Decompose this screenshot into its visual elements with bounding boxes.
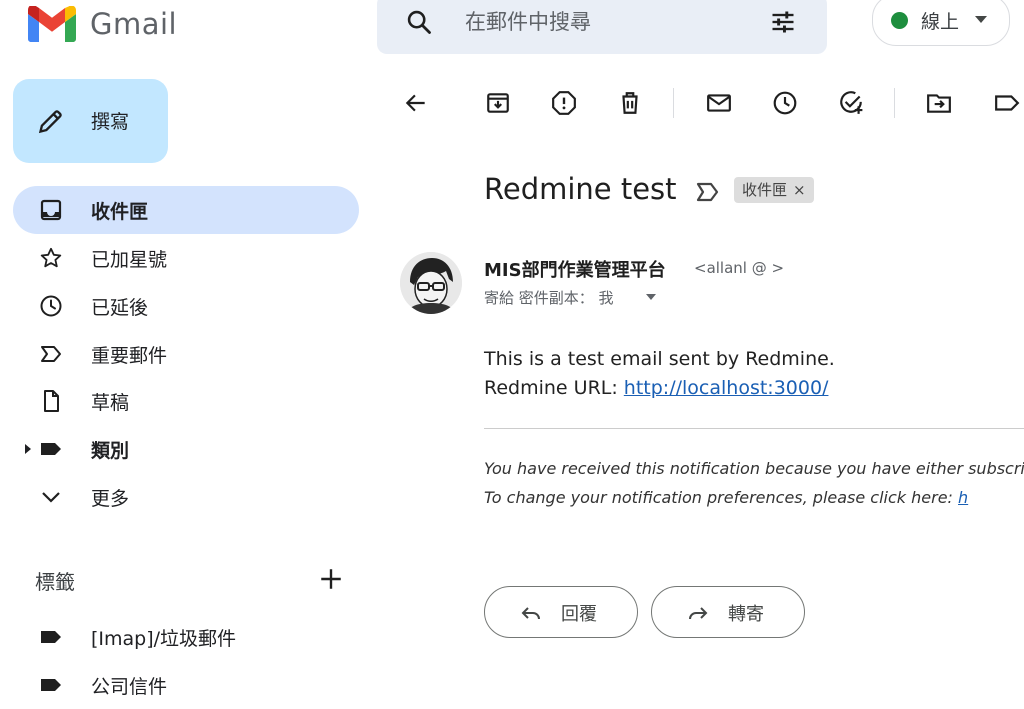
search-icon[interactable]	[405, 8, 433, 36]
sender-avatar-image	[400, 252, 462, 314]
sidebar-item-categories[interactable]: 類別	[13, 425, 359, 473]
remove-label-button[interactable]: ×	[793, 181, 806, 199]
sidebar-item-label: 已加星號	[91, 249, 168, 271]
search-options-icon[interactable]	[769, 8, 797, 36]
sidebar-item-drafts[interactable]: 草稿	[13, 377, 359, 425]
mark-unread-icon[interactable]	[706, 90, 732, 116]
sidebar-item-important[interactable]: 重要郵件	[13, 330, 359, 378]
sidebar-item-more[interactable]: 更多	[13, 473, 359, 521]
important-marker-icon[interactable]	[696, 181, 720, 203]
label-icon	[41, 443, 61, 455]
back-icon[interactable]	[403, 90, 429, 116]
compose-button[interactable]: 撰寫	[13, 79, 168, 163]
sidebar-label-imap-spam[interactable]: [Imap]/垃圾郵件	[13, 613, 359, 661]
draft-icon	[44, 390, 59, 412]
report-spam-icon[interactable]	[551, 90, 577, 116]
app-name: Gmail	[90, 7, 178, 41]
status-selector[interactable]: 線上	[872, 0, 1010, 46]
recipients-summary: 寄給 密件副本： 我	[484, 289, 614, 307]
email-body-line: Redmine URL: http://localhost:3000/	[484, 377, 828, 399]
labels-icon[interactable]	[994, 90, 1020, 116]
label-chip-inbox: 收件匣 ×	[734, 177, 814, 203]
search-input[interactable]	[463, 6, 757, 38]
delete-icon[interactable]	[617, 90, 643, 116]
gmail-icon	[28, 6, 76, 42]
sender-name: MIS部門作業管理平台	[484, 260, 666, 281]
redmine-url-link[interactable]: http://localhost:3000/	[624, 377, 829, 399]
sidebar-item-label: 草稿	[91, 392, 130, 414]
toolbar-divider	[673, 88, 674, 118]
caret-down-icon	[975, 16, 987, 23]
sidebar-label-company[interactable]: 公司信件	[13, 661, 359, 709]
notification-note: To change your notification preferences,…	[484, 488, 1024, 507]
star-icon	[40, 247, 62, 268]
sidebar-item-label: 類別	[91, 440, 130, 462]
sidebar-item-inbox[interactable]: 收件匣	[13, 186, 359, 234]
inbox-icon	[40, 199, 62, 221]
pencil-icon	[38, 110, 62, 134]
add-label-icon[interactable]	[318, 566, 344, 592]
sidebar-item-label: 已延後	[91, 297, 149, 319]
top-bar: Gmail 線上	[0, 0, 1024, 64]
reply-label: 回覆	[561, 604, 597, 625]
forward-button[interactable]: 轉寄	[651, 586, 805, 638]
sidebar-item-snoozed[interactable]: 已延後	[13, 282, 359, 330]
status-dot	[891, 12, 908, 29]
show-details-icon[interactable]	[646, 294, 656, 300]
label-icon	[41, 679, 61, 691]
notification-note: You have received this notification beca…	[484, 459, 1024, 478]
toolbar-divider	[894, 88, 895, 118]
body-text: Redmine URL:	[484, 377, 624, 399]
divider	[484, 428, 1024, 429]
move-to-icon[interactable]	[926, 90, 952, 116]
forward-icon	[689, 607, 708, 620]
add-task-icon[interactable]	[838, 90, 864, 116]
email-body-line: This is a test email sent by Redmine.	[484, 348, 835, 370]
email-subject: Redmine test	[484, 172, 677, 206]
compose-label: 撰寫	[91, 111, 130, 133]
labels-heading: 標籤	[35, 570, 75, 594]
preferences-link[interactable]: h	[958, 488, 968, 507]
avatar[interactable]	[400, 252, 462, 314]
label-icon	[41, 631, 61, 643]
forward-label: 轉寄	[728, 604, 764, 625]
sidebar-label-name: [Imap]/垃圾郵件	[91, 628, 237, 650]
chevron-down-icon	[42, 492, 60, 503]
chip-label: 收件匣	[742, 181, 788, 199]
note-text: To change your notification preferences,…	[484, 488, 959, 507]
sender-email: <allanl @ >	[694, 259, 785, 277]
snooze-icon[interactable]	[772, 90, 798, 116]
gmail-logo[interactable]: Gmail	[28, 6, 177, 42]
sidebar-item-label: 更多	[91, 488, 130, 510]
status-label: 線上	[921, 11, 960, 33]
search-bar[interactable]	[377, 0, 827, 54]
reply-button[interactable]: 回覆	[484, 586, 638, 638]
sidebar-item-label: 重要郵件	[91, 345, 168, 367]
expand-caret-icon[interactable]	[25, 444, 31, 454]
sidebar-item-starred[interactable]: 已加星號	[13, 234, 359, 282]
reply-icon	[521, 607, 540, 620]
clock-icon	[40, 295, 62, 317]
archive-icon[interactable]	[485, 90, 511, 116]
sidebar-item-label: 收件匣	[91, 201, 149, 223]
important-icon	[41, 346, 61, 362]
